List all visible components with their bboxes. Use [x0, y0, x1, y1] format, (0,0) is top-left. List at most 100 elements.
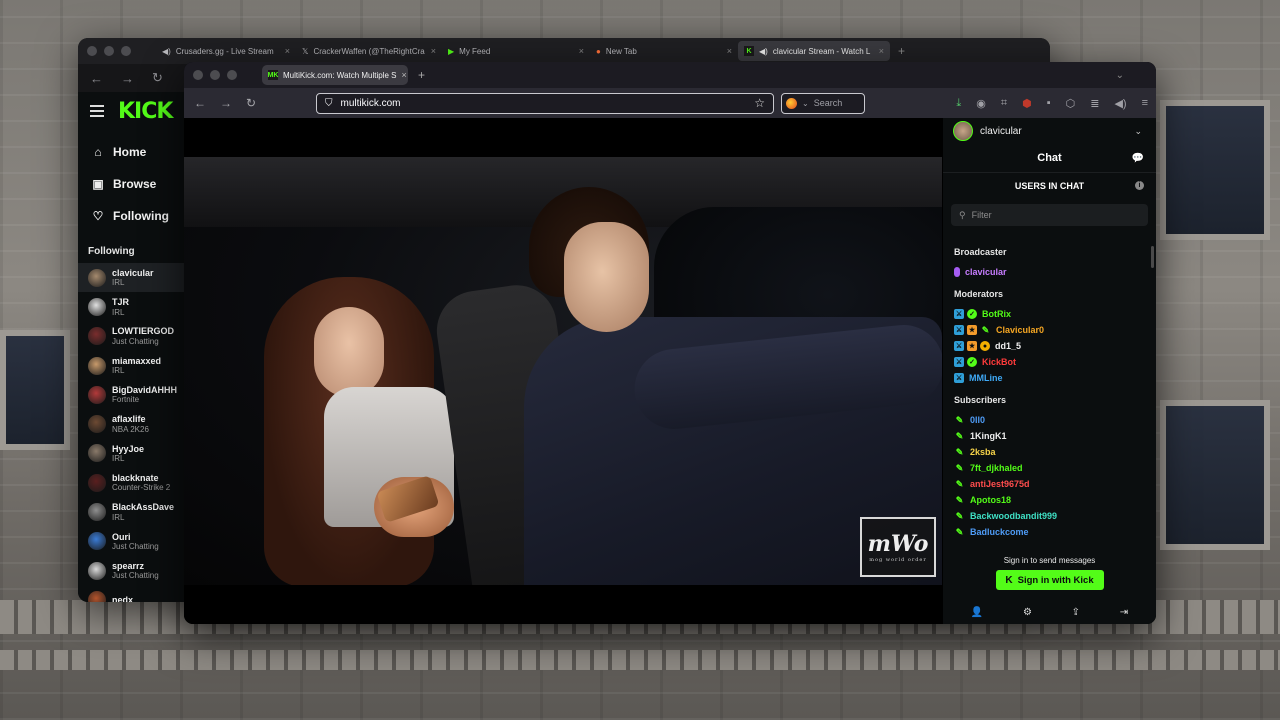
kick-main-nav: ⌂ Home ▣ Browse ♡ Following	[78, 130, 184, 232]
chat-user[interactable]: ⚔ ★ ● dd1_5	[954, 338, 1156, 354]
avatar	[88, 415, 106, 434]
chat-username: clavicular	[965, 267, 1007, 277]
forward-arrow-icon[interactable]: →	[121, 71, 134, 86]
blue-badge-icon: ⚔	[954, 341, 964, 351]
download-icon[interactable]: ⤓	[956, 97, 961, 110]
add-user-icon[interactable]: 👤	[971, 607, 983, 618]
close-tab-icon[interactable]: ×	[431, 46, 436, 56]
chat-user[interactable]: ✎ antiJest9675d	[954, 476, 1156, 492]
building-cornice-lower	[0, 650, 1280, 670]
kick-header: KICK	[78, 92, 184, 130]
menu-icon[interactable]	[90, 105, 104, 117]
chat-user[interactable]: ⚔ ★ ✎ Clavicular0	[954, 322, 1156, 338]
back-arrow-icon[interactable]: ←	[90, 71, 103, 86]
kick-logo[interactable]: KICK	[118, 99, 173, 124]
nav-browse[interactable]: ▣ Browse	[78, 168, 184, 200]
following-item[interactable]: TJR IRL	[78, 292, 184, 321]
bookmark-star-icon[interactable]: ☆	[754, 96, 765, 110]
exit-icon[interactable]: ⇥	[1120, 607, 1128, 618]
close-tab-icon[interactable]: ×	[285, 46, 290, 56]
stream-video[interactable]: mWo mog world order	[184, 157, 942, 585]
channel-selector[interactable]: clavicular ⌄	[943, 118, 1156, 144]
chat-bubble-icon[interactable]: 💬	[1132, 153, 1144, 164]
following-item[interactable]: LOWTIERGOD Just Chatting	[78, 322, 184, 351]
tab-crackerwaffen[interactable]: 𝕏 CrackerWaffen (@TheRightCra ×	[296, 41, 442, 61]
chat-username: 0ll0	[970, 415, 986, 425]
tab-my-feed[interactable]: ▶ My Feed ×	[442, 41, 590, 61]
chat-user[interactable]: ⚔ ✓ BotRix	[954, 306, 1156, 322]
equalizer-icon[interactable]: ≣	[1090, 97, 1099, 110]
volume-icon[interactable]: ◀)	[1114, 97, 1126, 110]
building-window	[1160, 400, 1270, 550]
chat-user[interactable]: clavicular	[954, 264, 1156, 280]
close-tab-icon[interactable]: ×	[402, 70, 407, 80]
channel-category: IRL	[112, 278, 125, 288]
info-icon[interactable]: i	[1135, 181, 1144, 190]
chevron-down-icon[interactable]: ⌄	[1116, 70, 1124, 81]
following-item[interactable]: spearrz Just Chatting	[78, 556, 184, 585]
following-item[interactable]: BlackAssDave IRL	[78, 497, 184, 526]
group-title: Moderators	[954, 289, 1004, 299]
sign-in-button[interactable]: K Sign in with Kick	[995, 570, 1104, 590]
channel-category: Just Chatting	[112, 541, 159, 551]
chat-user[interactable]: ✎ Backwoodbandit999	[954, 508, 1156, 524]
new-tab-button[interactable]: +	[418, 68, 425, 82]
reload-icon[interactable]: ↻	[246, 96, 256, 110]
search-box[interactable]: ⌄ Search	[781, 92, 865, 114]
tab-new-tab[interactable]: ● New Tab ×	[590, 41, 738, 61]
url-bar[interactable]: ⛉ multikick.com ☆	[316, 92, 774, 114]
app-menu-icon[interactable]: ≡	[1142, 97, 1148, 110]
following-item[interactable]: BigDavidAHHH Fortnite	[78, 380, 184, 409]
chat-heading: Chat 💬	[1037, 152, 1144, 164]
nav-home[interactable]: ⌂ Home	[78, 136, 184, 168]
chat-username: antiJest9675d	[970, 479, 1030, 489]
avatar	[953, 121, 973, 141]
chevron-down-icon: ⌄	[802, 98, 809, 108]
chat-user[interactable]: ✎ 0ll0	[954, 412, 1156, 428]
tab-crusaders[interactable]: ◀) Crusaders.gg - Live Stream ×	[156, 41, 296, 61]
puzzle-icon[interactable]: ⬡	[1066, 97, 1076, 110]
reload-icon[interactable]: ↻	[152, 70, 163, 86]
gear-icon[interactable]: ⚙	[1023, 607, 1032, 618]
close-tab-icon[interactable]: ×	[579, 46, 584, 56]
chat-user[interactable]: ✎ 1KingK1	[954, 428, 1156, 444]
chat-user[interactable]: ✎ Badluckcome	[954, 524, 1156, 540]
close-tab-icon[interactable]: ×	[879, 46, 884, 56]
nav-following[interactable]: ♡ Following	[78, 200, 184, 232]
chat-username: 2ksba	[970, 447, 996, 457]
following-item[interactable]: miamaxxed IRL	[78, 351, 184, 380]
video-player[interactable]: mWo mog world order	[184, 118, 942, 624]
sub-badge-icon: ✎	[955, 430, 964, 441]
front-nav-bar: ← → ↻ ⛉ multikick.com ☆ ⌄ Search ⤓ ◉ ⌗ ⬢…	[184, 88, 1156, 118]
share-icon[interactable]: ⇪	[1072, 607, 1080, 618]
following-item[interactable]: clavicular IRL	[78, 263, 184, 293]
front-browser-window[interactable]: MK MultiKick.com: Watch Multiple S × + ⌄…	[184, 62, 1156, 624]
ublock-icon[interactable]: ⬢	[1022, 97, 1032, 110]
tab-clavicular-stream[interactable]: K ◀) clavicular Stream - Watch L ×	[738, 41, 890, 61]
sub-badge-icon: ✎	[955, 510, 964, 521]
building-window	[1160, 100, 1270, 240]
back-arrow-icon[interactable]: ←	[194, 96, 206, 110]
new-tab-button[interactable]: +	[898, 44, 905, 58]
chat-user[interactable]: ✎ Apotos18	[954, 492, 1156, 508]
following-item[interactable]: blackknate Counter-Strike 2	[78, 468, 184, 497]
user-list-scrollbar[interactable]	[1151, 246, 1154, 268]
chat-user[interactable]: ⚔ MMLine	[954, 370, 1156, 386]
filter-input[interactable]: ⚲ Filter	[951, 204, 1148, 226]
close-tab-icon[interactable]: ×	[727, 46, 732, 56]
crop-icon[interactable]: ⌗	[1001, 97, 1007, 110]
following-item[interactable]: aflaxlife NBA 2K26	[78, 409, 184, 438]
front-tab-bar: MK MultiKick.com: Watch Multiple S × + ⌄	[184, 62, 1156, 88]
forward-arrow-icon[interactable]: →	[220, 96, 232, 110]
chat-user[interactable]: ✎ 2ksba	[954, 444, 1156, 460]
following-item[interactable]: Ouri Just Chatting	[78, 527, 184, 556]
tracker-icon[interactable]: ▪	[1047, 97, 1051, 110]
tab-multikick[interactable]: MK MultiKick.com: Watch Multiple S ×	[262, 65, 408, 85]
chat-user[interactable]: ✎ 7ft_djkhaled	[954, 460, 1156, 476]
extension-icon[interactable]: ◉	[976, 97, 986, 110]
following-item[interactable]: HyyJoe IRL	[78, 439, 184, 468]
url-text: multikick.com	[340, 97, 401, 109]
chat-user[interactable]: ⚔ ✓ KickBot	[954, 354, 1156, 370]
sign-in-prompt: Sign in to send messages	[1003, 556, 1096, 565]
following-item[interactable]: nedx	[78, 585, 184, 602]
